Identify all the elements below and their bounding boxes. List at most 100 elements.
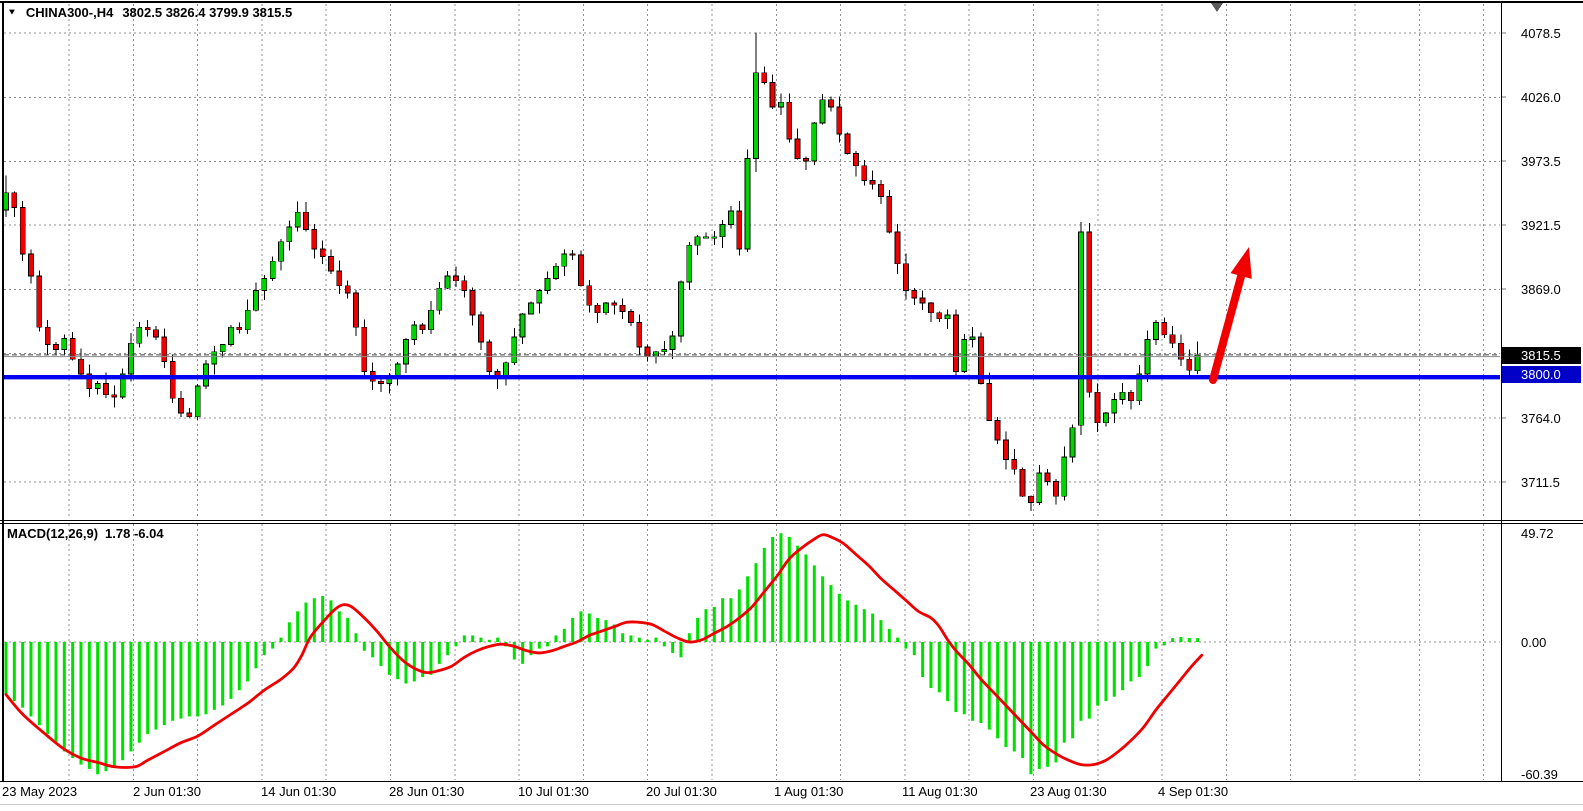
macd-bar: [1088, 642, 1091, 719]
macd-bar: [588, 614, 591, 642]
candle-body-up: [128, 343, 133, 374]
candle-body-up: [1037, 473, 1042, 502]
price-axis-label: 3921.5: [1521, 217, 1561, 234]
shift-marker-icon: [1211, 3, 1223, 12]
macd-bar: [554, 635, 557, 642]
window-bottom-divider: [0, 804, 1583, 805]
macd-bar: [1138, 642, 1141, 677]
macd-bar: [113, 642, 116, 767]
macd-bar: [888, 629, 891, 642]
macd-bar: [846, 600, 849, 642]
macd-bar: [79, 642, 82, 765]
candle-body-up: [1112, 400, 1117, 413]
macd-bar: [1104, 642, 1107, 701]
macd-bar: [571, 618, 574, 642]
macd-bar: [1196, 638, 1199, 642]
macd-bar: [304, 603, 307, 642]
candle-body-down: [170, 362, 175, 399]
candle-body-down: [920, 298, 925, 303]
macd-bar: [771, 537, 774, 642]
candle-body-down: [937, 313, 942, 319]
candle-body-down: [420, 325, 425, 330]
date-axis-label: 4 Sep 01:30: [1158, 784, 1228, 799]
top-border: [0, 1, 1583, 3]
candle-body-up: [537, 291, 542, 303]
macd-bar: [213, 642, 216, 710]
candle-body-down: [303, 212, 308, 229]
candle-body-up: [712, 237, 717, 238]
candle-body-up: [962, 340, 967, 372]
up-arrow-shaft[interactable]: [1213, 270, 1243, 380]
macd-bar: [1096, 642, 1099, 705]
candle-body-up: [753, 73, 758, 159]
price-axis-label: 3711.5: [1521, 474, 1560, 491]
macd-bar: [646, 640, 649, 642]
candle-body-up: [662, 349, 667, 351]
macd-bar: [721, 598, 724, 642]
date-axis-label: 11 Aug 01:30: [902, 784, 978, 799]
macd-bar: [929, 642, 932, 688]
candle-body-down: [620, 305, 625, 311]
candle-body-up: [528, 303, 533, 314]
candle-body-down: [612, 303, 617, 305]
date-axis-label: 28 Jun 01:30: [389, 784, 464, 799]
macd-bar: [838, 594, 841, 642]
macd-axis-label: -60.39: [1521, 766, 1558, 783]
up-arrow-head[interactable]: [1231, 247, 1252, 279]
candle-body-up: [445, 276, 450, 288]
chart-canvas[interactable]: [0, 0, 1583, 811]
symbol-title: CHINA300-,H4: [26, 5, 113, 21]
candle-body-down: [103, 384, 108, 395]
macd-bar: [221, 642, 224, 705]
macd-bar: [329, 600, 332, 642]
macd-pane-top-border: [0, 523, 1583, 524]
candle-body-up: [287, 227, 292, 242]
macd-bar: [129, 642, 132, 751]
candle-body-up: [212, 352, 217, 364]
macd-bar: [729, 598, 732, 642]
candle-body-up: [270, 261, 275, 278]
macd-bar: [829, 585, 832, 642]
candle-body-down: [845, 134, 850, 154]
macd-bar: [1154, 642, 1157, 649]
candle-body-down: [737, 211, 742, 249]
price-axis-label: 3764.0: [1521, 410, 1561, 427]
macd-bar: [188, 642, 191, 716]
candle-body-down: [1003, 440, 1008, 460]
candle-body-up: [653, 352, 658, 357]
candle-body-up: [545, 278, 550, 290]
candle-body-down: [837, 107, 842, 134]
macd-bar: [446, 642, 449, 655]
macd-bar: [863, 609, 866, 642]
candle-body-down: [320, 249, 325, 256]
macd-axis-label: 49.72: [1521, 525, 1554, 542]
candle-body-up: [62, 338, 67, 349]
candle-body-down: [453, 276, 458, 281]
macd-bar: [438, 642, 441, 664]
candle-body-up: [95, 384, 100, 389]
candle-body-down: [1162, 322, 1167, 334]
macd-bar: [5, 642, 8, 695]
macd-histogram-layer: [5, 533, 1200, 774]
macd-bar: [1071, 642, 1074, 738]
macd-bar: [38, 642, 41, 725]
candle-body-up: [1070, 428, 1075, 457]
macd-bar: [463, 635, 466, 642]
macd-bar: [171, 642, 174, 721]
price-axis-label: 3869.0: [1521, 281, 1561, 298]
candle-body-down: [787, 102, 792, 139]
candle-body-up: [437, 288, 442, 310]
candle-body-down: [1028, 496, 1033, 502]
macd-bar: [638, 638, 641, 642]
macd-axis-label: 0.00: [1521, 634, 1546, 651]
macd-bar: [538, 642, 541, 649]
macd-bar: [238, 642, 241, 690]
candle-body-up: [1078, 232, 1083, 425]
macd-pane-bottom-border: [0, 781, 1583, 782]
macd-bar: [1063, 642, 1066, 743]
candle-body-up: [387, 379, 392, 384]
macd-bar: [946, 642, 949, 701]
macd-bar: [246, 642, 249, 681]
macd-bar: [346, 618, 349, 642]
hline-price-badge: 3800.0: [1502, 366, 1581, 383]
